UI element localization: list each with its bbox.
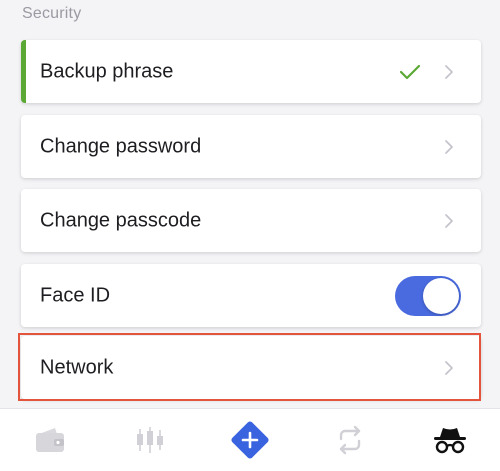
change-password-row[interactable]: Change password xyxy=(21,115,481,178)
chevron-right-icon xyxy=(445,64,453,79)
tab-swap[interactable] xyxy=(300,409,400,471)
network-highlight-box xyxy=(18,333,481,401)
face-id-toggle[interactable] xyxy=(395,275,461,316)
row-label: Face ID xyxy=(40,284,111,306)
add-diamond-icon xyxy=(231,421,269,459)
row-label: Change passcode xyxy=(40,209,202,231)
backup-phrase-row[interactable]: Backup phrase xyxy=(21,40,481,103)
tab-add[interactable] xyxy=(200,409,300,471)
check-icon xyxy=(399,64,421,79)
tab-settings[interactable] xyxy=(400,409,500,471)
markets-candlestick-icon xyxy=(137,427,163,453)
tab-markets[interactable] xyxy=(100,409,200,471)
change-passcode-row[interactable]: Change passcode xyxy=(21,189,481,252)
incognito-icon xyxy=(434,428,466,454)
chevron-right-icon xyxy=(445,139,453,154)
bottom-tab-bar xyxy=(0,408,500,471)
face-id-row: Face ID xyxy=(21,264,481,327)
wallet-icon xyxy=(36,428,64,452)
toggle-knob xyxy=(423,277,459,314)
row-label: Backup phrase xyxy=(40,60,174,82)
section-title: Security xyxy=(22,5,82,22)
swap-icon xyxy=(339,425,361,455)
chevron-right-icon xyxy=(445,213,453,228)
row-label: Change password xyxy=(40,135,202,157)
tab-wallet[interactable] xyxy=(0,409,100,471)
